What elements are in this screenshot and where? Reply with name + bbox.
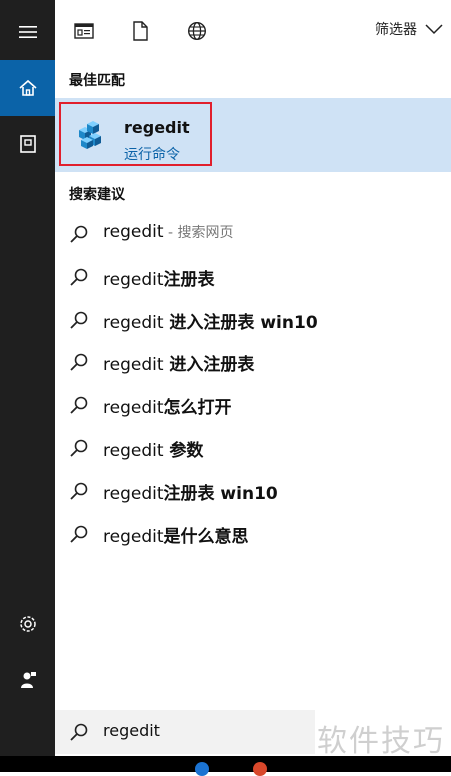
suggestion-hint: - 搜索网页 — [163, 225, 234, 241]
search-icon — [70, 482, 88, 500]
suggestion-text: regedit怎么打开 — [103, 393, 232, 418]
suggestion-prefix: regedit — [103, 398, 164, 419]
filter-label: 筛选器 — [375, 22, 417, 38]
search-icon — [70, 268, 88, 286]
taskbar-app-icon[interactable] — [195, 762, 209, 776]
suggestion-prefix: regedit — [103, 222, 164, 242]
suggestion-item[interactable]: regedit 进入注册表 win10 — [55, 299, 451, 341]
home-icon — [18, 79, 37, 96]
search-box[interactable]: regedit — [55, 710, 315, 754]
search-icon — [70, 723, 88, 741]
suggestion-text: regedit 进入注册表 win10 — [103, 308, 318, 333]
search-icon — [70, 525, 88, 543]
chevron-down-icon — [425, 24, 443, 35]
suggestion-item[interactable]: regedit 进入注册表 — [55, 341, 451, 383]
taskbar-app-icon[interactable] — [253, 762, 267, 776]
suggestion-item[interactable]: regedit注册表 — [55, 256, 451, 298]
suggestion-item[interactable]: regedit怎么打开 — [55, 384, 451, 426]
feedback-person-icon — [20, 672, 36, 688]
search-icon — [70, 311, 88, 329]
feedback-button[interactable] — [0, 652, 55, 708]
gear-icon — [19, 616, 36, 632]
settings-button[interactable] — [0, 596, 55, 652]
file-icon — [133, 21, 148, 41]
hamburger-icon — [18, 26, 37, 38]
top-toolbar: 筛选器 — [55, 0, 451, 60]
best-match-heading: 最佳匹配 — [69, 73, 125, 89]
suggestion-suffix: 进入注册表 win10 — [163, 312, 318, 333]
suggestion-item[interactable]: regedit 参数 — [55, 427, 451, 469]
suggestion-text: regedit注册表 — [103, 265, 215, 290]
suggestion-item[interactable]: regedit是什么意思 — [55, 513, 451, 555]
search-suggestions-heading: 搜索建议 — [69, 187, 125, 203]
home-button[interactable] — [0, 60, 55, 116]
hamburger-menu-button[interactable] — [0, 4, 55, 60]
watermark: 软件技巧 — [317, 724, 445, 759]
regedit-app-icon — [79, 121, 101, 149]
suggestion-prefix: regedit — [103, 355, 164, 376]
notebook-icon — [19, 135, 36, 153]
suggestion-prefix: regedit — [103, 269, 164, 290]
suggestion-text: regedit - 搜索网页 — [103, 222, 233, 242]
suggestion-suffix: 是什么意思 — [163, 526, 249, 547]
documents-button[interactable] — [0, 116, 55, 172]
taskbar-strip — [0, 756, 451, 772]
suggestion-item[interactable]: regedit - 搜索网页 — [55, 213, 451, 255]
search-input[interactable]: regedit — [103, 721, 160, 740]
suggestion-text: regedit是什么意思 — [103, 522, 249, 547]
suggestion-prefix: regedit — [103, 441, 164, 461]
suggestion-prefix: regedit — [103, 526, 164, 547]
search-icon — [70, 354, 88, 372]
highlight-box: regedit 运行命令 — [59, 102, 212, 166]
suggestion-text: regedit 参数 — [103, 436, 203, 461]
suggestion-suffix: 注册表 — [163, 269, 215, 290]
best-match-title: regedit — [124, 118, 190, 137]
best-match-result[interactable]: regedit 运行命令 — [55, 98, 451, 172]
suggestion-prefix: regedit — [103, 312, 164, 333]
filter-dropdown[interactable]: 筛选器 — [375, 19, 443, 39]
document-view-icon — [74, 23, 94, 39]
globe-icon — [187, 21, 207, 41]
suggestion-text: regedit注册表 win10 — [103, 479, 278, 504]
search-icon — [70, 396, 88, 414]
documents-filter-button[interactable] — [129, 20, 151, 42]
suggestion-item[interactable]: regedit注册表 win10 — [55, 470, 451, 512]
suggestion-prefix: regedit — [103, 483, 164, 504]
suggestion-suffix: 怎么打开 — [163, 398, 232, 419]
left-rail — [0, 0, 55, 772]
suggestion-suffix: 注册表 win10 — [163, 483, 278, 504]
suggestion-suffix: 进入注册表 — [163, 355, 255, 376]
suggestion-text: regedit 进入注册表 — [103, 350, 254, 375]
search-icon — [70, 225, 88, 243]
search-icon — [70, 439, 88, 457]
best-match-subtitle: 运行命令 — [124, 147, 180, 163]
apps-filter-button[interactable] — [73, 20, 95, 42]
web-filter-button[interactable] — [186, 20, 208, 42]
suggestion-suffix: 参数 — [163, 441, 204, 461]
